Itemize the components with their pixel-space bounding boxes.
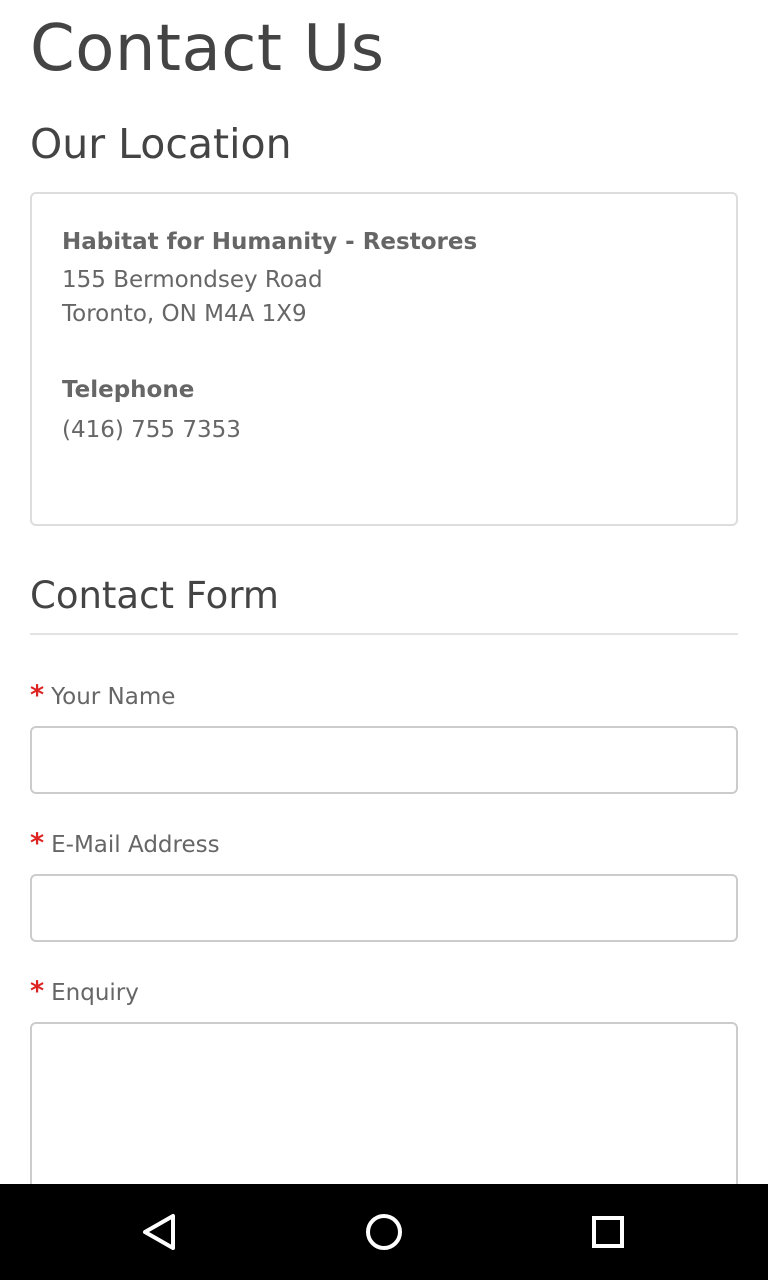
required-marker: *: [30, 680, 45, 711]
contact-page: Contact Us Our Location Habitat for Huma…: [0, 0, 768, 1184]
home-circle-icon: [366, 1214, 402, 1250]
enquiry-label-text: Enquiry: [51, 980, 139, 1006]
recents-square-icon: [592, 1216, 624, 1248]
back-triangle-icon: [143, 1214, 175, 1250]
organization-name: Habitat for Humanity - Restores: [62, 229, 478, 255]
form-divider: [30, 633, 738, 635]
email-input[interactable]: [30, 874, 738, 942]
telephone-label: Telephone: [62, 377, 195, 403]
telephone-link[interactable]: (416) 755 7353: [62, 417, 241, 443]
enquiry-textarea[interactable]: [30, 1022, 738, 1184]
enquiry-field-label: * Enquiry: [30, 976, 139, 1007]
home-button[interactable]: [354, 1202, 414, 1262]
name-field-label: * Your Name: [30, 680, 175, 711]
email-field-label: * E-Mail Address: [30, 828, 220, 859]
required-marker: *: [30, 976, 45, 1007]
name-label-text: Your Name: [51, 684, 176, 710]
location-card: Habitat for Humanity - Restores 155 Berm…: [30, 192, 738, 526]
back-button[interactable]: [130, 1202, 190, 1262]
address-line-1: 155 Bermondsey Road: [62, 267, 323, 293]
required-marker: *: [30, 828, 45, 859]
system-navigation-bar: [0, 1184, 768, 1280]
email-label-text: E-Mail Address: [51, 832, 220, 858]
page-title: Contact Us: [30, 12, 385, 86]
recents-button[interactable]: [578, 1202, 638, 1262]
contact-form-heading: Contact Form: [30, 574, 279, 617]
name-input[interactable]: [30, 726, 738, 794]
address-line-2: Toronto, ON M4A 1X9: [62, 301, 307, 327]
location-heading: Our Location: [30, 120, 292, 168]
